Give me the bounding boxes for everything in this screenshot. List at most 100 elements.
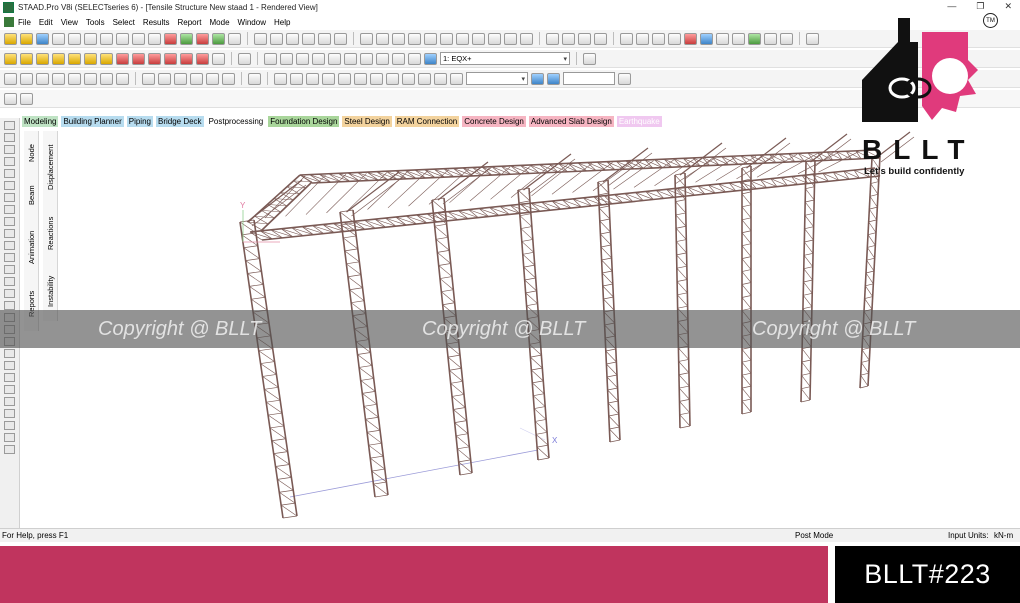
- display-whole-icon[interactable]: [238, 52, 251, 65]
- axis-icon[interactable]: [472, 32, 485, 45]
- view-from-bottom-icon[interactable]: [84, 52, 97, 65]
- cut-icon[interactable]: [84, 32, 97, 45]
- isometric-view-icon[interactable]: [100, 52, 113, 65]
- dynamic-zoom-icon[interactable]: [376, 52, 389, 65]
- physical-member-cursor-icon[interactable]: [4, 205, 15, 214]
- view-from-left-icon[interactable]: [36, 52, 49, 65]
- select-group-icon[interactable]: [306, 72, 319, 85]
- select-cursor-icon[interactable]: [4, 121, 15, 130]
- view-selected-icon[interactable]: [418, 72, 431, 85]
- spec-icon[interactable]: [748, 32, 761, 45]
- mesh-icon[interactable]: [4, 385, 15, 394]
- view-from-back-icon[interactable]: [20, 52, 33, 65]
- menu-help[interactable]: Help: [274, 18, 290, 27]
- translational-repeat-icon[interactable]: [4, 289, 15, 298]
- magnify-window-icon[interactable]: [360, 52, 373, 65]
- renumber-icon[interactable]: [4, 349, 15, 358]
- display-selected-icon[interactable]: [386, 72, 399, 85]
- minimize-button[interactable]: —: [947, 1, 956, 12]
- menu-view[interactable]: View: [61, 18, 78, 27]
- redo-icon[interactable]: [148, 32, 161, 45]
- shrink-icon[interactable]: [684, 32, 697, 45]
- scale-input[interactable]: [563, 72, 615, 85]
- select-window-icon[interactable]: [274, 72, 287, 85]
- stress-icon[interactable]: [732, 32, 745, 45]
- measure-icon[interactable]: [562, 32, 575, 45]
- pan-icon[interactable]: [212, 52, 225, 65]
- label-icon[interactable]: [520, 32, 533, 45]
- section-icon[interactable]: [440, 32, 453, 45]
- zoom-extents-icon[interactable]: [344, 52, 357, 65]
- grid-snap-icon[interactable]: [4, 241, 15, 250]
- chevron-down-icon[interactable]: ▾: [521, 75, 527, 83]
- rotate-down-icon[interactable]: [132, 52, 145, 65]
- tab-advanced-slab-design[interactable]: Advanced Slab Design: [528, 116, 614, 127]
- menu-edit[interactable]: Edit: [39, 18, 53, 27]
- text-icon[interactable]: [4, 445, 15, 454]
- menu-report[interactable]: Report: [178, 18, 202, 27]
- geometry-cursor-icon[interactable]: [84, 72, 97, 85]
- highlight-icon[interactable]: [338, 72, 351, 85]
- tab-bridge-deck[interactable]: Bridge Deck: [155, 116, 204, 127]
- menu-select[interactable]: Select: [113, 18, 135, 27]
- tool-tip-icon[interactable]: [504, 32, 517, 45]
- dimension-icon[interactable]: [546, 32, 559, 45]
- snapshot-icon[interactable]: [254, 32, 267, 45]
- tab-concrete-design[interactable]: Concrete Design: [462, 116, 526, 127]
- add-node-icon[interactable]: [174, 72, 187, 85]
- solid-cursor-icon[interactable]: [4, 169, 15, 178]
- camera-icon[interactable]: [286, 32, 299, 45]
- filter-icon[interactable]: [354, 72, 367, 85]
- beam-numbers-icon[interactable]: [392, 32, 405, 45]
- member-orientation-icon[interactable]: [700, 32, 713, 45]
- view-from-front-icon[interactable]: [4, 52, 17, 65]
- help-query-icon[interactable]: [583, 52, 596, 65]
- paste-icon[interactable]: [116, 32, 129, 45]
- save-icon[interactable]: [36, 32, 49, 45]
- zoom-previous-icon[interactable]: [328, 52, 341, 65]
- copy-icon[interactable]: [100, 32, 113, 45]
- rotate-right-icon[interactable]: [164, 52, 177, 65]
- vtab-animation[interactable]: Animation: [25, 217, 38, 277]
- edit-icon[interactable]: [4, 409, 15, 418]
- zoom-dynamic-icon[interactable]: [312, 52, 325, 65]
- show-all-icon[interactable]: [402, 72, 415, 85]
- print-icon[interactable]: [52, 32, 65, 45]
- vtab-reactions[interactable]: Reactions: [44, 205, 57, 261]
- view-from-right-icon[interactable]: [52, 52, 65, 65]
- document-icon[interactable]: [4, 17, 14, 27]
- annotation-icon[interactable]: [4, 433, 15, 442]
- export-view-icon[interactable]: [334, 32, 347, 45]
- tab-earthquake[interactable]: Earthquake: [616, 116, 662, 127]
- surface-cursor-icon[interactable]: [4, 181, 15, 190]
- circular-repeat-icon[interactable]: [4, 301, 15, 310]
- tab-piping[interactable]: Piping: [126, 116, 153, 127]
- dimension-icon[interactable]: [4, 421, 15, 430]
- close-button[interactable]: ✕: [1004, 1, 1012, 12]
- group-select[interactable]: ▾: [466, 72, 528, 85]
- i-beam-icon[interactable]: [716, 32, 729, 45]
- vtab-displacement[interactable]: Displacement: [44, 133, 57, 201]
- scale-icon[interactable]: [531, 72, 544, 85]
- save-view-icon[interactable]: [806, 32, 819, 45]
- load-case-select[interactable]: 1: EQX+ ▾: [440, 52, 570, 65]
- new-file-icon[interactable]: [4, 32, 17, 45]
- zoom-out-icon[interactable]: [296, 52, 309, 65]
- structure-diagram-icon[interactable]: [360, 32, 373, 45]
- solid-icon[interactable]: [424, 32, 437, 45]
- snap-node-icon[interactable]: [116, 72, 129, 85]
- scale-settings-icon[interactable]: [547, 72, 560, 85]
- beam-cursor-icon[interactable]: [4, 145, 15, 154]
- delete-member-icon[interactable]: [4, 397, 15, 406]
- node-cursor-icon[interactable]: [652, 32, 665, 45]
- print-current-view-icon[interactable]: [318, 32, 331, 45]
- calculator-icon[interactable]: [764, 32, 777, 45]
- tab-steel-design[interactable]: Steel Design: [342, 116, 392, 127]
- page-control-icon[interactable]: [4, 92, 17, 105]
- zoom-in-icon[interactable]: [280, 52, 293, 65]
- cursor-icon[interactable]: [636, 32, 649, 45]
- rotate-icon[interactable]: [4, 265, 15, 274]
- mirror-icon[interactable]: [4, 277, 15, 286]
- view-management-icon[interactable]: [424, 52, 437, 65]
- undo-icon[interactable]: [132, 32, 145, 45]
